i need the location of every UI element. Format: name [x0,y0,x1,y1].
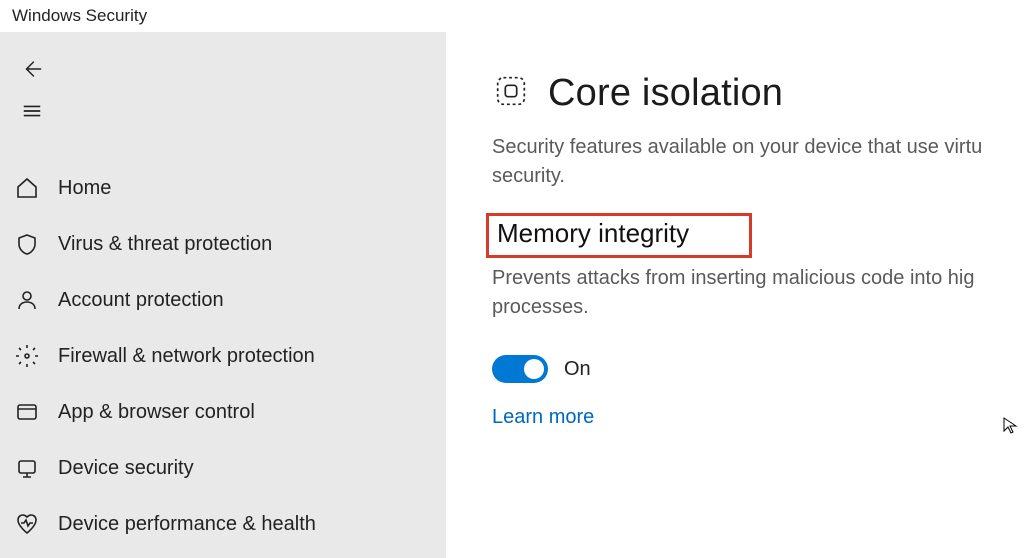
sidebar-item-label: Virus & threat protection [58,233,272,256]
device-security-icon [14,455,40,481]
toggle-knob [524,359,544,379]
sidebar-item-label: Firewall & network protection [58,345,315,368]
annotation-highlight: Memory integrity [486,213,752,258]
shield-icon [14,231,40,257]
core-isolation-icon [492,72,530,115]
learn-more-link[interactable]: Learn more [492,406,594,429]
account-icon [14,287,40,313]
back-button[interactable] [4,50,60,92]
heart-icon [14,511,40,537]
sidebar: Home Virus & threat protection Account p… [0,32,446,558]
section-title: Memory integrity [495,216,693,253]
sidebar-item-account[interactable]: Account protection [0,272,446,328]
toggle-state-label: On [564,358,591,381]
sidebar-item-virus[interactable]: Virus & threat protection [0,216,446,272]
menu-button[interactable] [4,92,60,134]
firewall-icon [14,343,40,369]
sidebar-item-performance[interactable]: Device performance & health [0,496,446,552]
sidebar-item-label: Home [58,177,111,200]
page-title: Core isolation [548,72,783,115]
sidebar-item-firewall[interactable]: Firewall & network protection [0,328,446,384]
sidebar-item-device-security[interactable]: Device security [0,440,446,496]
sidebar-item-home[interactable]: Home [0,160,446,216]
main-content: Core isolation Security features availab… [446,32,1024,558]
sidebar-item-label: Device performance & health [58,513,316,536]
sidebar-item-app[interactable]: App & browser control [0,384,446,440]
mouse-cursor-icon [1002,416,1020,434]
page-description: Security features available on your devi… [492,133,1024,191]
sidebar-item-label: Device security [58,457,194,480]
home-icon [14,175,40,201]
back-arrow-icon [21,58,43,85]
window-title: Windows Security [0,0,1024,32]
sidebar-item-label: Account protection [58,289,224,312]
app-browser-icon [14,399,40,425]
memory-integrity-toggle[interactable] [492,355,548,383]
hamburger-icon [21,100,43,127]
section-description: Prevents attacks from inserting maliciou… [492,264,1024,322]
sidebar-item-label: App & browser control [58,401,255,424]
